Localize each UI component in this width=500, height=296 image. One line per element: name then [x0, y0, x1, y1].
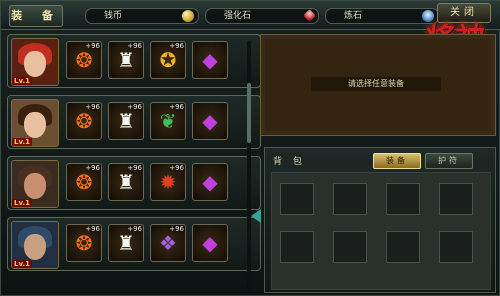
window-title: 装 备: [9, 5, 63, 27]
enhance-level: +96: [169, 225, 184, 233]
enhance-level: +96: [169, 103, 184, 111]
hero-level: Lv.1: [12, 260, 32, 268]
white-robe-icon: ♜: [117, 231, 135, 255]
golden-armor-icon: ✪: [159, 48, 177, 72]
tab-amulet[interactable]: 护符: [425, 153, 473, 169]
enhance-stone-icon: [303, 9, 316, 22]
bag-slot[interactable]: [333, 231, 367, 263]
enhance-level: +96: [127, 225, 142, 233]
enhance-level: +96: [169, 164, 184, 172]
purple-dragon-robe-icon: ❖: [159, 231, 177, 255]
currency-enhance-stone: 强化石: [205, 8, 319, 24]
equip-slot-gem[interactable]: ◆: [192, 41, 228, 79]
currency-money: 钱币: [85, 8, 199, 24]
white-robe-icon: ♜: [117, 170, 135, 194]
enhance-level: +96: [127, 164, 142, 172]
hero-portrait[interactable]: Lv.1: [11, 38, 59, 86]
equip-slot-robe[interactable]: ♜ +96: [108, 224, 144, 262]
equip-slot-armor[interactable]: ❖ +96: [150, 224, 186, 262]
bag-grid: [271, 172, 491, 290]
equip-slot-weapon[interactable]: ❂ +96: [66, 102, 102, 140]
equip-slot-weapon[interactable]: ❂ +96: [66, 163, 102, 201]
enhance-level: +96: [127, 103, 142, 111]
equip-slot-armor[interactable]: ❦ +96: [150, 102, 186, 140]
swirl-ring-icon: ❂: [75, 231, 93, 255]
bag-panel: 背 包 装备 护符: [264, 147, 496, 293]
bag-slot[interactable]: [333, 183, 367, 215]
equip-slot-weapon[interactable]: ❂ +96: [66, 41, 102, 79]
coin-icon: [182, 10, 194, 22]
equip-slot-gem[interactable]: ◆: [192, 163, 228, 201]
enhance-level: +96: [127, 42, 142, 50]
equip-slot-robe[interactable]: ♜ +96: [108, 102, 144, 140]
purple-gem-icon: ◆: [202, 48, 218, 72]
left-arrow-icon[interactable]: [251, 209, 261, 223]
scrollbar-thumb[interactable]: [247, 83, 251, 143]
equip-slot-robe[interactable]: ♜ +96: [108, 41, 144, 79]
hero-level: Lv.1: [12, 138, 32, 146]
currency-label: 强化石: [224, 11, 252, 21]
enhance-level: +96: [169, 42, 184, 50]
equipment-info-panel: 请选择任意装备: [260, 34, 496, 136]
hero-level: Lv.1: [12, 199, 32, 207]
white-robe-icon: ♜: [117, 48, 135, 72]
hero-row[interactable]: Lv.1 ❂ +96 ♜ +96 ✹ +96 ◆: [7, 156, 261, 210]
swirl-ring-icon: ❂: [75, 48, 93, 72]
white-robe-icon: ♜: [117, 109, 135, 133]
bag-slot[interactable]: [386, 183, 420, 215]
hero-portrait[interactable]: Lv.1: [11, 221, 59, 269]
hero-list: Lv.1 ❂ +96 ♜ +96 ✪ +96 ◆ Lv.1 ❂ +96 ♜ +96 ❦ +9…: [7, 34, 261, 294]
hero-row[interactable]: Lv.1 ❂ +96 ♜ +96 ❖ +96 ◆: [7, 217, 261, 271]
green-scroll-icon: ❦: [159, 109, 177, 133]
select-equipment-hint: 请选择任意装备: [311, 77, 441, 91]
enhance-level: +96: [85, 42, 100, 50]
swirl-ring-icon: ❂: [75, 170, 93, 194]
red-armor-icon: ✹: [159, 170, 177, 194]
swirl-ring-icon: ❂: [75, 109, 93, 133]
hero-level: Lv.1: [12, 77, 32, 85]
equip-slot-armor[interactable]: ✪ +96: [150, 41, 186, 79]
equip-slot-armor[interactable]: ✹ +96: [150, 163, 186, 201]
equip-slot-robe[interactable]: ♜ +96: [108, 163, 144, 201]
equipment-window: 装 备 钱币 强化石 炼石 关闭 将神 Lv.1 ❂+96 ♜+96 ✪+96 …: [0, 0, 500, 296]
bag-title: 背 包: [273, 157, 306, 167]
hero-row[interactable]: Lv.1 ❂ +96 ♜ +96 ✪ +96 ◆: [7, 34, 261, 88]
bag-slot[interactable]: [280, 231, 314, 263]
hero-row[interactable]: Lv.1 ❂ +96 ♜ +96 ❦ +96 ◆: [7, 95, 261, 149]
enhance-level: +96: [85, 103, 100, 111]
enhance-level: +96: [85, 164, 100, 172]
equip-slot-gem[interactable]: ◆: [192, 102, 228, 140]
bag-slot[interactable]: [280, 183, 314, 215]
currency-label: 钱币: [104, 11, 123, 21]
enhance-level: +96: [85, 225, 100, 233]
purple-gem-icon: ◆: [202, 231, 218, 255]
currency-label: 炼石: [344, 11, 363, 21]
purple-gem-icon: ◆: [202, 170, 218, 194]
equip-slot-gem[interactable]: ◆: [192, 224, 228, 262]
bag-slot[interactable]: [439, 183, 473, 215]
purple-gem-icon: ◆: [202, 109, 218, 133]
tab-equipment[interactable]: 装备: [373, 153, 421, 169]
hero-portrait[interactable]: Lv.1: [11, 160, 59, 208]
bag-slot[interactable]: [439, 231, 473, 263]
hero-portrait[interactable]: Lv.1: [11, 99, 59, 147]
equip-slot-weapon[interactable]: ❂ +96: [66, 224, 102, 262]
bag-slot[interactable]: [386, 231, 420, 263]
hero-list-scrollbar[interactable]: [247, 41, 251, 291]
